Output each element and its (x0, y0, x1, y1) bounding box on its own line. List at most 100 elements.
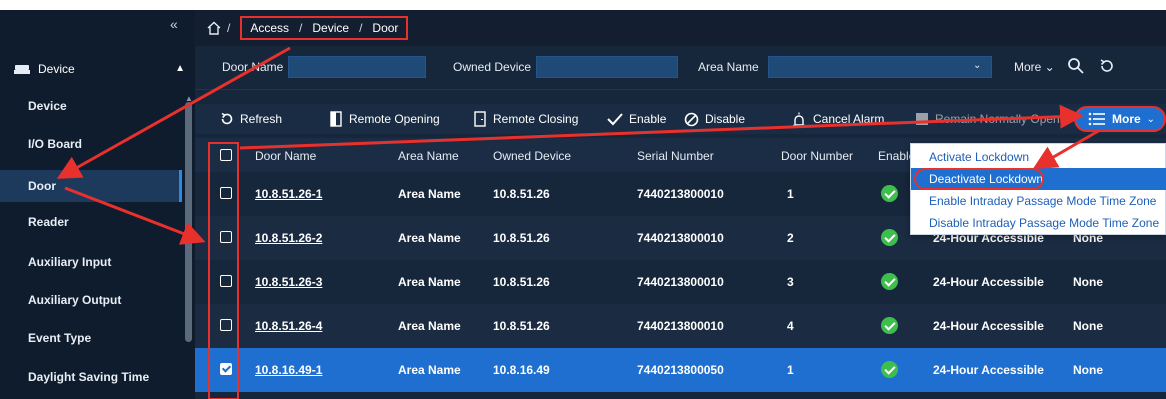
door-mode-cell: 24-Hour Accessible (933, 319, 1044, 333)
enable-button[interactable]: Enable (607, 104, 666, 134)
disable-icon (684, 112, 699, 126)
sidebar-item-label: Door (28, 179, 56, 193)
door-name-input[interactable] (288, 56, 426, 78)
table-row[interactable]: 10.8.51.26-3 Area Name 10.8.51.26 744021… (195, 260, 1166, 304)
refresh-label: Refresh (240, 112, 283, 126)
sidebar-item-label: Daylight Saving Time (28, 370, 150, 384)
enable-label: Enable (629, 112, 667, 126)
sidebar-section-device[interactable]: Device ▲ (0, 52, 195, 86)
extra-cell: None (1073, 275, 1103, 289)
breadcrumb-item-device[interactable]: Device (312, 21, 349, 35)
door-open-icon (330, 111, 342, 127)
serial-number-cell: 7440213800010 (637, 187, 724, 201)
area-name-cell: Area Name (398, 231, 461, 245)
door-closed-icon (474, 111, 486, 127)
edit-icon (916, 113, 928, 125)
breadcrumb-item-access[interactable]: Access (250, 21, 289, 35)
serial-number-cell: 7440213800050 (637, 363, 724, 377)
door-number-cell: 2 (787, 231, 794, 245)
toolbar: Refresh Remote Opening Remote Closing En… (195, 104, 1166, 134)
area-name-cell: Area Name (398, 187, 461, 201)
sidebar-section-label: Device (38, 62, 75, 76)
chevron-down-icon: ⌄ (973, 60, 982, 71)
reset-icon[interactable] (1098, 57, 1116, 78)
door-name-link[interactable]: 10.8.51.26-2 (255, 231, 322, 245)
cancel-alarm-button[interactable]: Cancel Alarm (791, 104, 884, 134)
column-header-owned-device[interactable]: Owned Device (493, 149, 571, 163)
enabled-check-icon (881, 185, 898, 202)
disable-button[interactable]: Disable (684, 104, 745, 134)
owned-device-cell: 10.8.51.26 (493, 275, 550, 289)
enabled-check-icon (881, 361, 898, 378)
remain-normally-open-label: Remain Normally Open (935, 112, 1060, 126)
door-name-link[interactable]: 10.8.16.49-1 (255, 363, 322, 377)
more-filters-link[interactable]: More ⌄ (1014, 60, 1055, 74)
more-dropdown-menu: Activate Lockdown Deactivate Lockdown En… (910, 143, 1166, 235)
home-icon[interactable] (207, 21, 221, 35)
breadcrumb-separator: / (227, 21, 231, 35)
sidebar-item-event-type[interactable]: Event Type (0, 322, 182, 354)
table-row[interactable]: 10.8.51.26-4 Area Name 10.8.51.26 744021… (195, 304, 1166, 348)
door-name-link[interactable]: 10.8.51.26-4 (255, 319, 322, 333)
app-window: « Device ▲ Device I/O Board Door Reader … (0, 10, 1166, 399)
column-header-serial-number[interactable]: Serial Number (637, 149, 714, 163)
sidebar-item-label: Device (28, 99, 67, 113)
menu-item-disable-intraday-passage-mode[interactable]: Disable Intraday Passage Mode Time Zone (911, 212, 1166, 234)
more-button[interactable]: More ⌄ (1074, 106, 1166, 132)
disable-label: Disable (705, 112, 746, 126)
menu-item-enable-intraday-passage-mode[interactable]: Enable Intraday Passage Mode Time Zone (911, 190, 1166, 212)
serial-number-cell: 7440213800010 (637, 231, 724, 245)
owned-device-cell: 10.8.51.26 (493, 319, 550, 333)
column-header-door-number[interactable]: Door Number (781, 149, 853, 163)
enabled-check-icon (881, 317, 898, 334)
breadcrumb-trail: Access / Device / Door (240, 16, 409, 40)
serial-number-cell: 7440213800010 (637, 275, 724, 289)
sidebar-item-io-board[interactable]: I/O Board (0, 128, 182, 160)
sidebar: « Device ▲ Device I/O Board Door Reader … (0, 10, 195, 399)
sidebar-item-auxiliary-output[interactable]: Auxiliary Output (0, 284, 182, 316)
extra-cell: None (1073, 363, 1103, 377)
breadcrumb-separator: / (299, 21, 303, 35)
search-icon[interactable] (1067, 57, 1085, 78)
checkmark-icon (607, 113, 623, 126)
area-name-cell: Area Name (398, 275, 461, 289)
remote-opening-label: Remote Opening (349, 112, 440, 126)
sidebar-item-daylight-saving-time[interactable]: Daylight Saving Time (0, 361, 182, 393)
chevron-down-icon: ⌄ (1146, 113, 1156, 125)
filter-bar: Door Name Owned Device Area Name ⌄ More … (195, 46, 1166, 90)
owned-device-cell: 10.8.51.26 (493, 231, 550, 245)
remain-normally-open-button[interactable]: Remain Normally Open (915, 104, 1060, 134)
list-icon (1088, 112, 1105, 126)
sidebar-item-door[interactable]: Door (0, 170, 182, 202)
sidebar-item-label: Reader (28, 215, 69, 229)
remote-opening-button[interactable]: Remote Opening (329, 104, 440, 134)
owned-device-cell: 10.8.51.26 (493, 187, 550, 201)
refresh-icon (221, 112, 233, 125)
door-number-cell: 4 (787, 319, 794, 333)
table-row-selected[interactable]: 10.8.16.49-1 Area Name 10.8.16.49 744021… (195, 348, 1166, 392)
alarm-icon (793, 112, 805, 126)
enabled-check-icon (881, 229, 898, 246)
sidebar-scrollbar[interactable] (185, 102, 192, 342)
door-name-link[interactable]: 10.8.51.26-1 (255, 187, 322, 201)
door-mode-cell: 24-Hour Accessible (933, 363, 1044, 377)
sidebar-item-label: Auxiliary Input (28, 255, 112, 269)
sidebar-item-auxiliary-input[interactable]: Auxiliary Input (0, 246, 182, 278)
door-number-cell: 3 (787, 275, 794, 289)
sidebar-item-device[interactable]: Device (0, 90, 182, 122)
collapse-sidebar-icon[interactable]: « (170, 16, 178, 32)
column-header-door-name[interactable]: Door Name (255, 149, 316, 163)
refresh-button[interactable]: Refresh (220, 104, 282, 134)
sidebar-item-label: I/O Board (28, 137, 83, 151)
owned-device-input[interactable] (536, 56, 678, 78)
enabled-check-icon (881, 273, 898, 290)
area-name-select[interactable] (768, 56, 992, 78)
sidebar-item-reader[interactable]: Reader (0, 206, 182, 238)
door-name-link[interactable]: 10.8.51.26-3 (255, 275, 322, 289)
remote-closing-label: Remote Closing (493, 112, 579, 126)
column-header-area-name[interactable]: Area Name (398, 149, 459, 163)
menu-item-activate-lockdown[interactable]: Activate Lockdown (911, 146, 1166, 168)
area-name-cell: Area Name (398, 363, 461, 377)
remote-closing-button[interactable]: Remote Closing (473, 104, 578, 134)
door-number-cell: 1 (787, 187, 794, 201)
